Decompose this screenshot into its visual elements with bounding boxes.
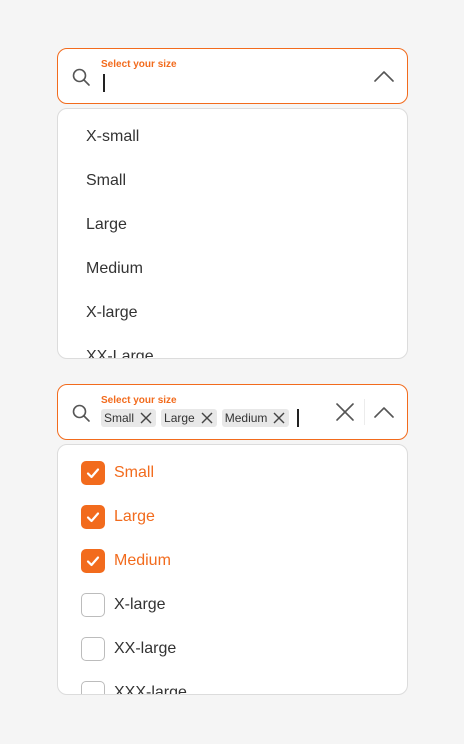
option-medium[interactable]: Medium — [86, 257, 143, 281]
close-icon[interactable] — [139, 411, 153, 425]
option-label: X-large — [114, 596, 166, 613]
option-large[interactable]: Large — [86, 213, 127, 237]
option-xxx-large[interactable]: XXX-large — [81, 681, 187, 695]
text-caret[interactable] — [103, 74, 105, 92]
divider — [364, 399, 365, 425]
chevron-up-icon[interactable] — [373, 69, 395, 83]
checkbox-unchecked[interactable] — [81, 637, 105, 661]
multi-size-combobox[interactable]: Select your size Small Large Medium — [57, 384, 408, 440]
chip-label: Medium — [224, 411, 268, 425]
checkbox-checked[interactable] — [81, 505, 105, 529]
option-label: Medium — [114, 552, 171, 569]
close-icon[interactable] — [200, 411, 214, 425]
option-x-small[interactable]: X-small — [86, 125, 139, 149]
chip-label: Large — [164, 411, 195, 425]
selected-chips: Small Large Medium — [101, 409, 299, 427]
option-small[interactable]: Small — [81, 461, 154, 485]
option-xx-large[interactable]: XX-large — [81, 637, 176, 661]
check-icon — [86, 512, 100, 523]
option-label: XX-large — [114, 640, 177, 657]
check-icon — [86, 556, 100, 567]
clear-all-icon[interactable] — [335, 402, 355, 422]
checkbox-checked[interactable] — [81, 461, 105, 485]
option-x-large[interactable]: X-large — [86, 301, 138, 325]
chip-small: Small — [101, 409, 157, 427]
chip-large: Large — [161, 409, 217, 427]
option-small[interactable]: Small — [86, 169, 126, 193]
field-label: Select your size — [101, 395, 177, 406]
chevron-up-icon[interactable] — [373, 405, 395, 419]
search-icon — [72, 404, 90, 422]
option-x-large[interactable]: X-large — [81, 593, 166, 617]
checkbox-checked[interactable] — [81, 549, 105, 573]
option-large[interactable]: Large — [81, 505, 155, 529]
field-label: Select your size — [101, 59, 177, 70]
check-icon — [86, 468, 100, 479]
checkbox-unchecked[interactable] — [81, 593, 105, 617]
close-icon[interactable] — [272, 411, 286, 425]
single-size-dropdown: X-small Small Large Medium X-large XX-La… — [57, 108, 408, 359]
option-label: Small — [114, 464, 155, 481]
single-size-combobox[interactable]: Select your size — [57, 48, 408, 104]
option-label: Large — [114, 508, 155, 525]
option-label: XXX-large — [114, 684, 187, 695]
option-medium[interactable]: Medium — [81, 549, 171, 573]
chip-medium: Medium — [221, 409, 290, 427]
checkbox-unchecked[interactable] — [81, 681, 105, 694]
text-caret[interactable] — [297, 409, 299, 427]
chip-label: Small — [104, 411, 135, 425]
search-icon — [72, 68, 90, 86]
option-xx-large[interactable]: XX-Large — [86, 345, 154, 358]
multi-size-dropdown: Small Large Medium X-large XX-large XXX-… — [57, 444, 408, 695]
